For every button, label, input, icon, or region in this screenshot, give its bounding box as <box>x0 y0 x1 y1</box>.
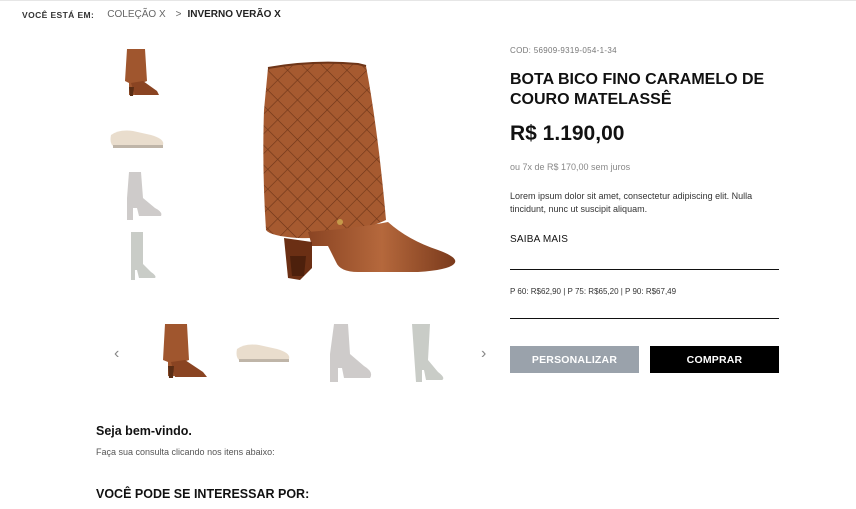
chevron-left-icon[interactable]: ‹ <box>114 346 119 362</box>
thumbnail-loafer-beige[interactable] <box>106 118 168 158</box>
loafer-icon-row <box>236 344 290 362</box>
installments-info: ou 7x de R$ 170,00 sem juros <box>510 162 631 172</box>
thumbnail-boot-caramel[interactable] <box>110 45 170 100</box>
product-description: Lorem ipsum dolor sit amet, consectetur … <box>510 191 753 214</box>
ankle-boot-icon <box>127 172 162 220</box>
boot-tall-grey-icon-row <box>412 324 444 382</box>
breadcrumb: VOCÊ ESTÁ EM: COLEÇÃO X > INVERNO VERÃO … <box>22 9 281 20</box>
welcome-subtitle: Faça sua consulta clicando nos itens aba… <box>96 447 275 457</box>
thumbnail-tall-boot-grey-row[interactable] <box>400 320 460 386</box>
ankle-boot-icon-row <box>330 324 372 382</box>
boot-tall-icon <box>125 49 159 96</box>
thumbnail-ankle-boot-grey[interactable] <box>110 168 170 224</box>
product-price: R$ 1.190,00 <box>510 122 625 145</box>
thumbnail-boot-caramel-row[interactable] <box>155 320 215 384</box>
product-sku: COD: 56909-9319-054-1-34 <box>510 46 617 55</box>
breadcrumb-separator: > <box>175 9 182 20</box>
boot-tall-grey-icon <box>131 232 156 280</box>
suggestions-title: VOCÊ PODE SE INTERESSAR POR: <box>96 487 310 501</box>
product-title: BOTA BICO FINO CARAMELO DE COURO MATELAS… <box>510 71 765 108</box>
saiba-mais-link[interactable]: SAIBA MAIS <box>510 234 568 245</box>
welcome-title: Seja bem-vindo. <box>96 424 192 438</box>
top-divider <box>0 0 856 1</box>
loafer-icon <box>110 130 164 148</box>
thumbnail-loafer-beige-row[interactable] <box>232 332 294 372</box>
customize-button[interactable]: PERSONALIZAR <box>510 346 639 373</box>
divider <box>510 318 779 319</box>
boot-main-image <box>263 61 456 280</box>
boot-tall-icon-row <box>163 324 207 378</box>
size-prices: P 60: R$62,90 | P 75: R$65,20 | P 90: R$… <box>510 287 677 296</box>
breadcrumb-current: INVERNO VERÃO X <box>187 9 281 20</box>
breadcrumb-label: VOCÊ ESTÁ EM: <box>22 9 95 20</box>
thumbnail-tall-boot-grey[interactable] <box>110 228 170 283</box>
divider <box>510 269 779 270</box>
breadcrumb-link-collection[interactable]: COLEÇÃO X <box>107 9 165 20</box>
chevron-right-icon[interactable]: › <box>481 346 486 362</box>
main-product-image <box>248 50 468 300</box>
buy-button[interactable]: COMPRAR <box>650 346 779 373</box>
thumbnail-ankle-boot-grey-row[interactable] <box>318 320 378 386</box>
